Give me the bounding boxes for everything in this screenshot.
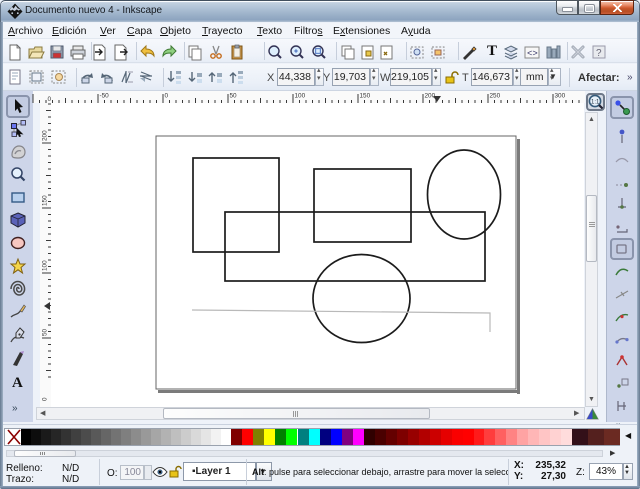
svg-text:50: 50 xyxy=(230,93,238,100)
svg-text:0: 0 xyxy=(165,93,169,100)
svg-text:<>: <> xyxy=(527,49,538,59)
svg-text:A: A xyxy=(12,375,23,391)
svg-text:100: 100 xyxy=(42,260,49,271)
svg-text:1:1: 1:1 xyxy=(591,100,600,106)
svg-text:50: 50 xyxy=(42,328,49,336)
svg-text:300: 300 xyxy=(555,93,566,100)
svg-text:0: 0 xyxy=(42,397,49,401)
svg-text:250: 250 xyxy=(490,93,501,100)
svg-text:150: 150 xyxy=(42,195,49,206)
svg-text:100: 100 xyxy=(295,93,306,100)
svg-text:?: ? xyxy=(596,48,602,59)
svg-text:150: 150 xyxy=(360,93,371,100)
svg-text:-50: -50 xyxy=(100,93,110,100)
svg-text:0: 0 xyxy=(48,96,52,103)
svg-text:200: 200 xyxy=(42,130,49,141)
